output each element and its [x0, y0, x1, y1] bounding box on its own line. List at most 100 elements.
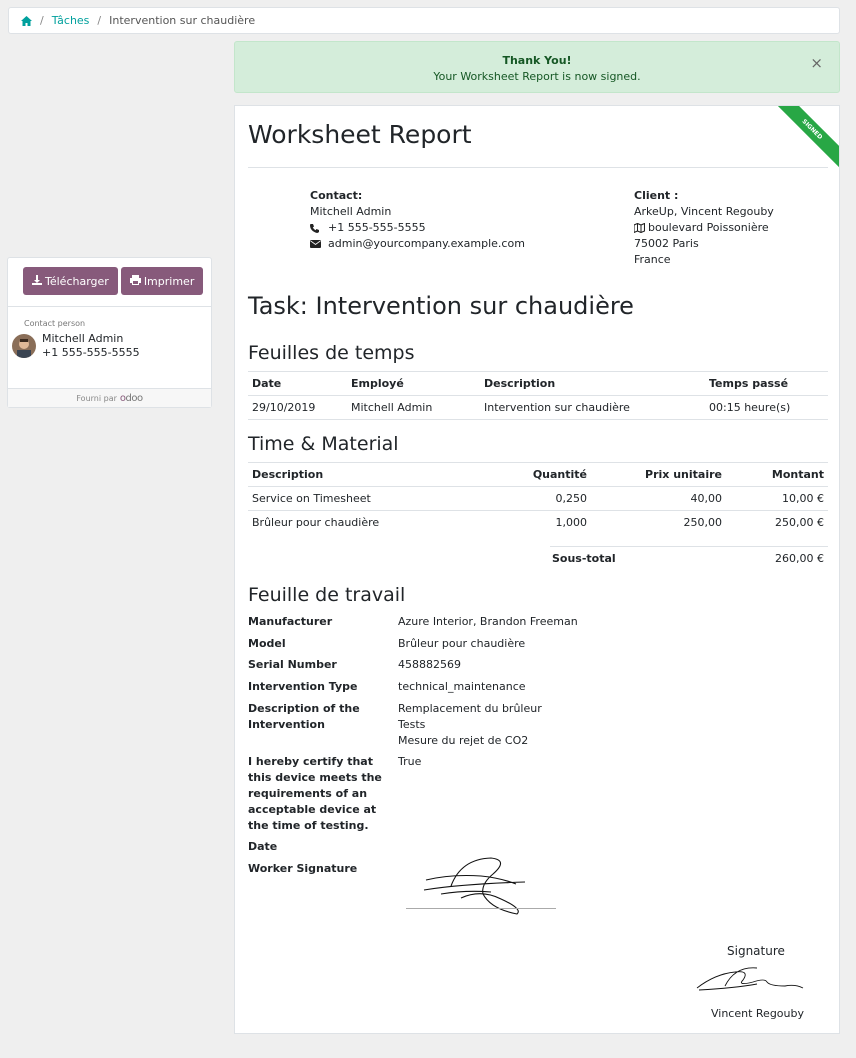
subtotal-row: Sous-total 260,00 € — [550, 546, 828, 570]
column-header: Temps passé — [705, 371, 828, 396]
close-icon[interactable]: × — [810, 54, 823, 72]
divider — [248, 167, 828, 168]
table-cell: 29/10/2019 — [248, 395, 347, 420]
breadcrumb: / Tâches / Intervention sur chaudière — [8, 7, 840, 34]
field-label: Date — [248, 840, 278, 853]
table-cell: 00:15 heure(s) — [705, 395, 828, 420]
table-row: 29/10/2019 Mitchell Admin Intervention s… — [248, 395, 828, 420]
subtotal-label: Sous-total — [552, 552, 616, 565]
signer-name: Vincent Regouby — [711, 1007, 805, 1020]
field-label: I hereby certify that this device meets … — [248, 755, 382, 832]
download-button[interactable]: Télécharger — [23, 267, 118, 295]
contact-phone: +1 555-555-5555 — [328, 221, 426, 234]
contact-name: Mitchell Admin — [310, 205, 392, 218]
signature-label: Signature — [727, 944, 785, 958]
worker-signature-image — [423, 857, 526, 915]
contact-person-label: Contact person — [24, 319, 86, 328]
action-buttons: Télécharger Imprimer — [8, 258, 211, 307]
contact-phone: +1 555-555-5555 — [42, 346, 140, 359]
contact-block: Contact: Mitchell Admin +1 555-555-5555 … — [310, 188, 525, 252]
print-icon — [129, 274, 141, 288]
table-header-row: Date Employé Description Temps passé — [248, 371, 828, 396]
powered-by-label: Fourni par — [76, 393, 117, 403]
breadcrumb-separator: / — [40, 14, 44, 27]
table-cell: 250,00 — [683, 516, 723, 530]
contact-phone-line: +1 555-555-5555 — [310, 220, 525, 236]
table-cell: 0,250 — [481, 486, 591, 511]
description-line: Remplacement du brûleur — [398, 702, 542, 715]
field-label: Description of the Intervention — [248, 702, 360, 731]
alert-title: Thank You! — [502, 54, 572, 67]
success-alert: Thank You! Your Worksheet Report is now … — [234, 41, 840, 93]
client-label: Client : — [634, 189, 679, 202]
table-cell: Service on Timesheet — [248, 486, 481, 511]
signed-ribbon: SIGNED — [767, 106, 839, 174]
client-city: 75002 Paris — [634, 237, 699, 250]
subtotal-value: 260,00 € — [775, 552, 824, 565]
field-value: technical_maintenance — [398, 680, 526, 693]
field-label: Serial Number — [248, 658, 337, 671]
powered-by-footer: Fourni par odoo — [8, 388, 211, 407]
material-table: Description Quantité Prix unitaire Monta… — [248, 462, 828, 535]
client-signature-image — [696, 967, 804, 991]
field-label: Manufacturer — [248, 615, 333, 628]
contact-label: Contact: — [310, 189, 363, 202]
field-value: Remplacement du brûleur Tests Mesure du … — [398, 701, 542, 749]
worksheet-title: Feuille de travail — [248, 584, 406, 606]
client-street-line: boulevard Poissonière — [634, 220, 774, 236]
contact-email: admin@yourcompany.example.com — [328, 237, 525, 250]
column-header: Date — [248, 371, 347, 396]
contact-email-line: admin@yourcompany.example.com — [310, 236, 525, 252]
table-cell: 1,000 — [555, 516, 588, 530]
column-header: Montant — [726, 462, 828, 487]
sidebar-card: Télécharger Imprimer Contact person Mitc… — [7, 257, 212, 408]
field-label: Worker Signature — [248, 862, 358, 875]
column-header: Description — [248, 462, 481, 487]
table-row: Brûleur pour chaudière 1,000 250,00 250,… — [248, 511, 828, 535]
home-icon[interactable] — [21, 15, 32, 26]
field-label: Intervention Type — [248, 680, 358, 693]
breadcrumb-tasks-link[interactable]: Tâches — [52, 14, 90, 27]
breadcrumb-separator: / — [97, 14, 102, 27]
column-header: Description — [480, 371, 705, 396]
field-label: Model — [248, 637, 286, 650]
timesheets-title: Feuilles de temps — [248, 342, 415, 364]
envelope-icon — [310, 240, 328, 248]
client-name: ArkeUp, Vincent Regouby — [634, 205, 774, 218]
task-title: Task: Intervention sur chaudière — [248, 292, 634, 320]
table-cell: Mitchell Admin — [347, 395, 480, 420]
contact-person: Mitchell Admin +1 555-555-5555 — [12, 332, 211, 360]
odoo-logo[interactable]: odoo — [120, 393, 143, 404]
table-cell: 250,00 € — [775, 516, 824, 530]
download-label: Télécharger — [45, 274, 109, 288]
download-icon — [32, 274, 42, 288]
column-header: Prix unitaire — [591, 462, 726, 487]
description-line: Mesure du rejet de CO2 — [398, 734, 529, 747]
table-cell: Brûleur pour chaudière — [252, 516, 380, 530]
phone-icon — [310, 223, 328, 233]
field-value: Brûleur pour chaudière — [398, 637, 526, 650]
field-value: True — [398, 755, 422, 768]
table-row: Service on Timesheet 0,250 40,00 10,00 € — [248, 486, 828, 511]
column-header: Quantité — [481, 462, 591, 487]
print-label: Imprimer — [143, 274, 195, 288]
signature-line — [406, 908, 556, 909]
contact-name: Mitchell Admin — [42, 332, 124, 345]
description-line: Tests — [398, 718, 426, 731]
material-title: Time & Material — [248, 433, 399, 455]
print-button[interactable]: Imprimer — [120, 267, 204, 295]
client-street: boulevard Poissonière — [648, 221, 769, 234]
table-cell: Intervention sur chaudière — [480, 395, 705, 420]
worksheet-report: SIGNED Worksheet Report Contact: Mitchel… — [234, 105, 840, 1034]
table-cell: 40,00 — [591, 486, 726, 511]
field-value: 458882569 — [398, 658, 461, 671]
alert-message: Your Worksheet Report is now signed. — [433, 70, 641, 83]
breadcrumb-current: Intervention sur chaudière — [109, 14, 256, 27]
timesheets-table: Date Employé Description Temps passé 29/… — [248, 371, 828, 420]
field-value: Azure Interior, Brandon Freeman — [398, 615, 578, 628]
table-header-row: Description Quantité Prix unitaire Monta… — [248, 462, 828, 487]
map-icon — [634, 223, 648, 233]
report-title: Worksheet Report — [248, 120, 472, 149]
client-block: Client : ArkeUp, Vincent Regouby bouleva… — [634, 188, 774, 268]
avatar — [12, 334, 36, 358]
